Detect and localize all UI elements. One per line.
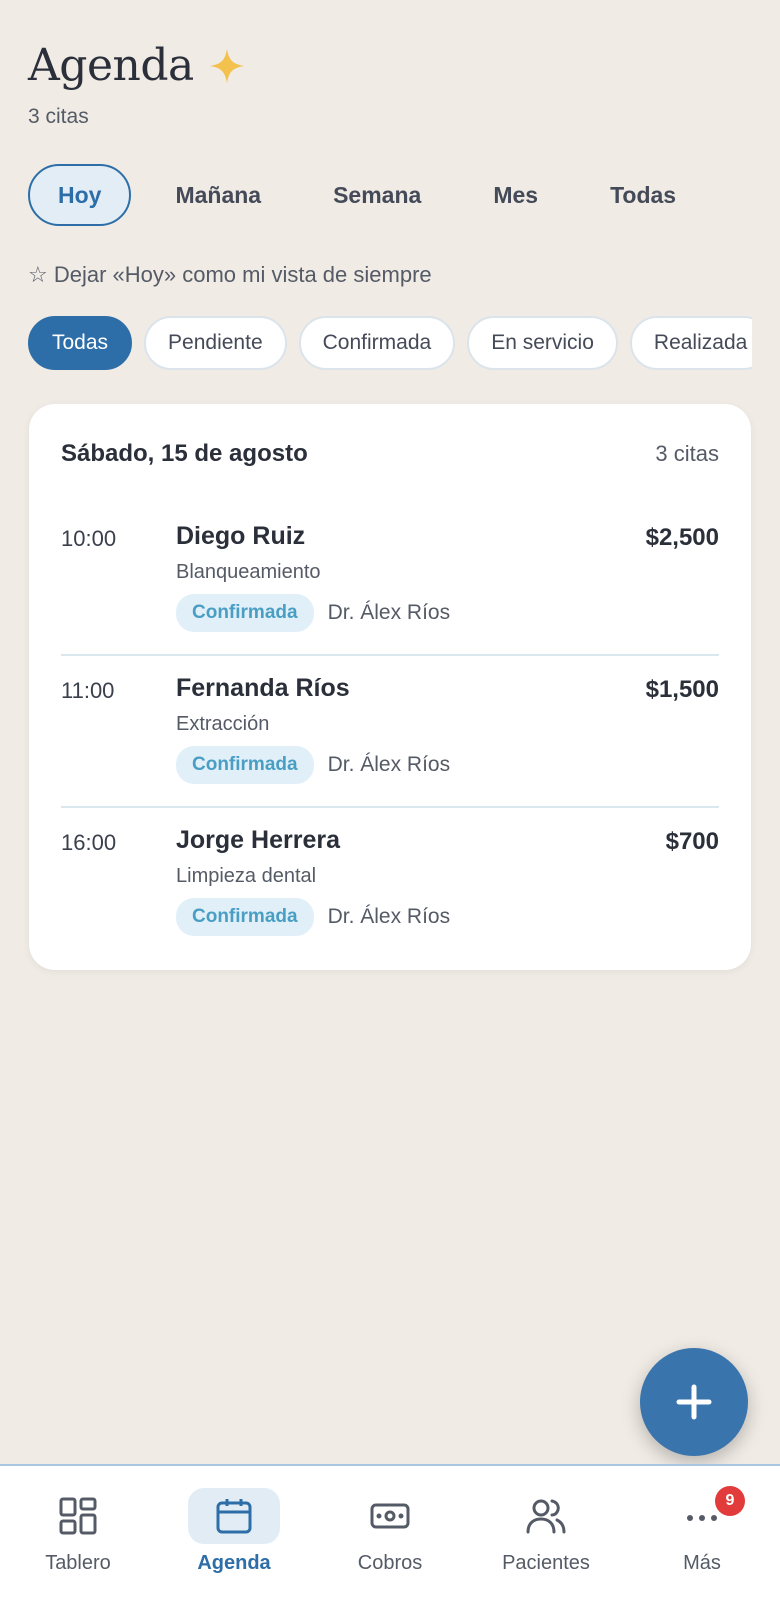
appointment-price: $700: [665, 828, 719, 855]
nav-label: Cobros: [357, 1552, 423, 1574]
filter-realizada[interactable]: Realizada: [629, 316, 752, 370]
patient-name: Fernanda Ríos: [176, 674, 350, 702]
appointment-time: 16:00: [61, 830, 117, 855]
appointment-details: Diego Ruiz Blanqueamiento Confirmada Dr.…: [176, 522, 646, 632]
add-appointment-button[interactable]: [640, 1348, 748, 1456]
day-card: Sábado, 15 de agosto 3 citas 10:00 Diego…: [29, 404, 751, 970]
day-title: Sábado, 15 de agosto: [61, 440, 308, 467]
appointment-meta: Confirmada Dr. Álex Ríos: [176, 746, 646, 784]
nav-label: Pacientes: [502, 1552, 590, 1574]
users-icon: [526, 1499, 566, 1534]
nav-icon-wrap: [344, 1488, 436, 1544]
filter-pendiente[interactable]: Pendiente: [144, 316, 287, 370]
tab-hoy[interactable]: Hoy: [28, 164, 132, 226]
doctor-name: Dr. Álex Ríos: [327, 601, 451, 624]
patient-name: Diego Ruiz: [176, 522, 306, 550]
nav-tablero[interactable]: Tablero: [13, 1488, 143, 1575]
tab-todas[interactable]: Todas: [582, 164, 704, 226]
title-row: Agenda: [28, 40, 246, 91]
filter-todas[interactable]: Todas: [28, 316, 133, 370]
page-title: Agenda: [28, 40, 194, 91]
notification-badge: 9: [715, 1486, 745, 1516]
appointment-count: 3 citas: [28, 105, 89, 128]
status-badge: Confirmada: [176, 898, 314, 936]
bottom-nav: Tablero Agenda Cobros Pacientes 9 Más: [0, 1464, 780, 1600]
nav-mas[interactable]: 9 Más: [637, 1486, 767, 1575]
page-header: Agenda 3 citas: [28, 40, 246, 129]
nav-label: Agenda: [197, 1552, 271, 1574]
filter-en-servicio[interactable]: En servicio: [467, 316, 618, 370]
tab-mes[interactable]: Mes: [465, 164, 566, 226]
service-name: Extracción: [176, 713, 270, 735]
nav-cobros[interactable]: Cobros: [325, 1488, 455, 1575]
sparkle-icon: [209, 48, 244, 83]
appointment-row[interactable]: 11:00 Fernanda Ríos Extracción Confirmad…: [61, 656, 719, 808]
tab-manana[interactable]: Mañana: [147, 164, 289, 226]
status-badge: Confirmada: [176, 746, 314, 784]
filter-confirmada[interactable]: Confirmada: [298, 316, 456, 370]
patient-name: Jorge Herrera: [176, 826, 340, 854]
dashboard-icon: [59, 1497, 97, 1535]
day-header: Sábado, 15 de agosto 3 citas: [61, 404, 719, 504]
set-default-view-label: ☆ Dejar «Hoy» como mi vista de siempre: [28, 262, 432, 287]
plus-icon: [676, 1384, 712, 1420]
set-default-view-button[interactable]: ☆ Dejar «Hoy» como mi vista de siempre: [28, 262, 432, 288]
nav-label: Tablero: [45, 1552, 111, 1574]
appointment-details: Jorge Herrera Limpieza dental Confirmada…: [176, 826, 666, 936]
doctor-name: Dr. Álex Ríos: [327, 905, 451, 928]
appointment-meta: Confirmada Dr. Álex Ríos: [176, 898, 666, 936]
nav-label: Más: [683, 1552, 721, 1574]
appointment-time: 11:00: [61, 678, 115, 703]
nav-icon-wrap: [188, 1488, 280, 1544]
nav-icon-wrap: [500, 1488, 592, 1544]
calendar-icon: [216, 1499, 252, 1534]
range-tabs: Hoy Mañana Semana Mes Todas: [28, 164, 720, 226]
doctor-name: Dr. Álex Ríos: [327, 753, 451, 776]
service-name: Limpieza dental: [176, 865, 317, 887]
appointment-price: $2,500: [645, 524, 719, 551]
cash-icon: [370, 1503, 410, 1529]
status-filters: Todas Pendiente Confirmada En servicio R…: [28, 316, 752, 370]
status-badge: Confirmada: [176, 594, 314, 632]
nav-pacientes[interactable]: Pacientes: [481, 1488, 611, 1575]
day-count: 3 citas: [655, 441, 719, 466]
service-name: Blanqueamiento: [176, 561, 321, 583]
appointment-row[interactable]: 16:00 Jorge Herrera Limpieza dental Conf…: [61, 808, 719, 958]
appointment-meta: Confirmada Dr. Álex Ríos: [176, 594, 646, 632]
tab-semana[interactable]: Semana: [305, 164, 449, 226]
nav-icon-wrap: [32, 1488, 124, 1544]
appointment-details: Fernanda Ríos Extracción Confirmada Dr. …: [176, 674, 646, 784]
appointment-time: 10:00: [61, 526, 117, 551]
nav-agenda[interactable]: Agenda: [169, 1488, 299, 1575]
appointment-price: $1,500: [645, 676, 719, 703]
appointment-row[interactable]: 10:00 Diego Ruiz Blanqueamiento Confirma…: [61, 504, 719, 656]
